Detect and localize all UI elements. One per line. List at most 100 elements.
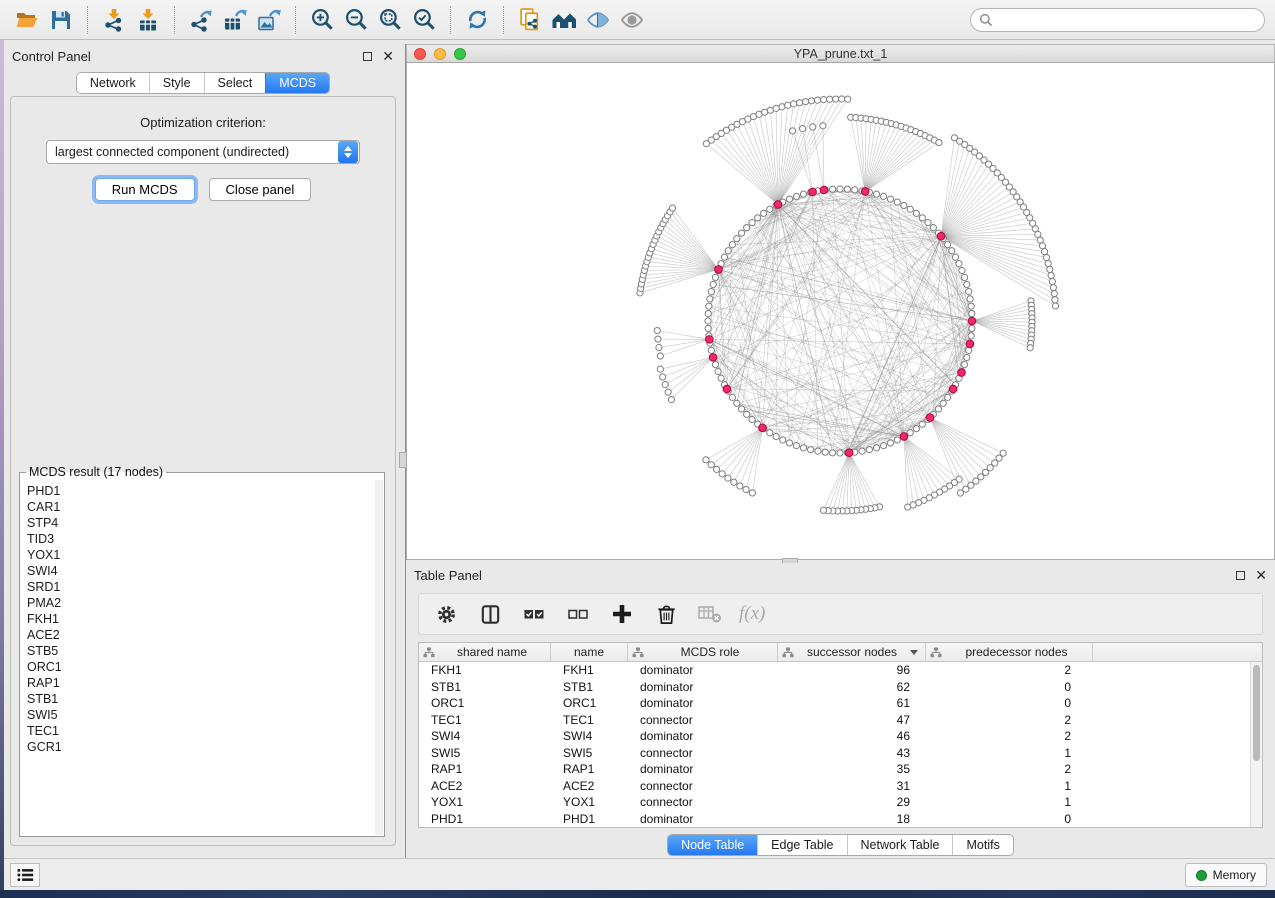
select-all-button[interactable]	[519, 599, 549, 629]
dominator-node[interactable]	[705, 336, 713, 344]
table-settings-button[interactable]	[431, 599, 461, 629]
mcds-result-item[interactable]: ORC1	[27, 659, 369, 675]
mcds-result-item[interactable]: RAP1	[27, 675, 369, 691]
close-panel-icon[interactable]: ✕	[1255, 568, 1267, 582]
zoom-in-button[interactable]	[305, 4, 339, 36]
tab-node-table[interactable]: Node Table	[668, 835, 757, 855]
window-close-button[interactable]	[414, 48, 426, 60]
add-column-button[interactable]	[607, 599, 637, 629]
window-minimize-button[interactable]	[434, 48, 446, 60]
table-row-FKH1[interactable]: FKH1FKH1dominator962	[419, 662, 1250, 679]
delete-column-button[interactable]	[651, 599, 681, 629]
dominator-node[interactable]	[900, 433, 908, 441]
dominator-node[interactable]	[723, 385, 731, 393]
hide-selection-button[interactable]	[581, 4, 615, 36]
network-window-titlebar[interactable]: YPA_prune.txt_1	[406, 44, 1275, 63]
run-mcds-button[interactable]: Run MCDS	[95, 178, 195, 201]
export-table-button[interactable]	[218, 4, 252, 36]
show-columns-button[interactable]	[475, 599, 505, 629]
window-zoom-button[interactable]	[454, 48, 466, 60]
delete-table-button[interactable]	[695, 599, 725, 629]
function-builder-button[interactable]: f(x)	[739, 603, 765, 625]
table-row-SWI5[interactable]: SWI5SWI5connector431	[419, 745, 1250, 762]
dominator-node[interactable]	[949, 385, 957, 393]
tab-network[interactable]: Network	[77, 73, 149, 93]
close-panel-icon[interactable]: ✕	[382, 49, 394, 63]
table-row-SWI4[interactable]: SWI4SWI4dominator462	[419, 728, 1250, 745]
zoom-selected-button[interactable]	[407, 4, 441, 36]
mcds-result-item[interactable]: TID3	[27, 531, 369, 547]
table-row-ORC1[interactable]: ORC1ORC1dominator610	[419, 695, 1250, 712]
mcds-result-item[interactable]: STP4	[27, 515, 369, 531]
export-image-button[interactable]	[252, 4, 286, 36]
criterion-select[interactable]: largest connected component (undirected)	[46, 140, 360, 164]
column-header-shared-name[interactable]: shared name	[419, 643, 551, 661]
mcds-result-item[interactable]: TEC1	[27, 723, 369, 739]
tab-network-table[interactable]: Network Table	[847, 835, 953, 855]
zoom-fit-button[interactable]	[373, 4, 407, 36]
mcds-result-item[interactable]: FKH1	[27, 611, 369, 627]
dominator-node[interactable]	[820, 186, 828, 194]
open-file-button[interactable]	[10, 4, 44, 36]
dominator-node[interactable]	[845, 449, 853, 457]
table-scrollbar[interactable]	[1250, 662, 1262, 827]
share-network-button[interactable]	[513, 4, 547, 36]
scrollbar-thumb[interactable]	[1253, 665, 1260, 761]
dominator-node[interactable]	[774, 201, 782, 209]
dominator-node[interactable]	[759, 424, 767, 432]
dominator-node[interactable]	[968, 317, 976, 325]
memory-button[interactable]: Memory	[1185, 863, 1267, 887]
import-table-button[interactable]	[131, 4, 165, 36]
column-header-predecessor-nodes[interactable]: predecessor nodes	[926, 643, 1093, 661]
table-row-ACE2[interactable]: ACE2ACE2connector311	[419, 778, 1250, 795]
mcds-result-item[interactable]: SRD1	[27, 579, 369, 595]
task-history-button[interactable]	[10, 863, 40, 887]
first-neighbors-button[interactable]	[547, 4, 581, 36]
table-row-YOX1[interactable]: YOX1YOX1connector291	[419, 794, 1250, 811]
tab-select[interactable]: Select	[204, 73, 266, 93]
mcds-result-item[interactable]: SWI4	[27, 563, 369, 579]
table-row-STB1[interactable]: STB1STB1dominator620	[419, 679, 1250, 696]
dominator-node[interactable]	[966, 340, 974, 348]
close-panel-button[interactable]: Close panel	[209, 178, 312, 201]
dominator-node[interactable]	[715, 266, 723, 274]
mcds-result-item[interactable]: CAR1	[27, 499, 369, 515]
network-canvas[interactable]	[406, 63, 1275, 560]
tab-mcds[interactable]: MCDS	[265, 73, 329, 93]
tab-style[interactable]: Style	[149, 73, 204, 93]
table-row-PHD1[interactable]: PHD1PHD1dominator180	[419, 811, 1250, 828]
network-graph[interactable]	[407, 63, 1274, 558]
dominator-node[interactable]	[937, 232, 945, 240]
mcds-result-item[interactable]: PHD1	[27, 483, 369, 499]
zoom-out-button[interactable]	[339, 4, 373, 36]
mcds-result-item[interactable]: STB5	[27, 643, 369, 659]
search-input[interactable]	[970, 8, 1265, 32]
show-all-button[interactable]	[615, 4, 649, 36]
dominator-node[interactable]	[709, 354, 717, 362]
export-network-button[interactable]	[184, 4, 218, 36]
import-network-button[interactable]	[97, 4, 131, 36]
table-row-TEC1[interactable]: TEC1TEC1connector472	[419, 712, 1250, 729]
mcds-result-scrollbar[interactable]	[375, 480, 383, 835]
dominator-node[interactable]	[958, 369, 966, 377]
mcds-result-item[interactable]: SWI5	[27, 707, 369, 723]
tab-edge-table[interactable]: Edge Table	[757, 835, 846, 855]
float-panel-icon[interactable]	[1236, 571, 1245, 580]
column-header-name[interactable]: name	[551, 643, 628, 661]
mcds-result-item[interactable]: GCR1	[27, 739, 369, 755]
mcds-result-item[interactable]: YOX1	[27, 547, 369, 563]
table-row-RAP1[interactable]: RAP1RAP1dominator352	[419, 761, 1250, 778]
column-header-MCDS-role[interactable]: MCDS role	[628, 643, 778, 661]
mcds-result-item[interactable]: PMA2	[27, 595, 369, 611]
float-panel-icon[interactable]	[363, 52, 372, 61]
deselect-all-button[interactable]	[563, 599, 593, 629]
mcds-result-item[interactable]: STB1	[27, 691, 369, 707]
dominator-node[interactable]	[926, 414, 934, 422]
dominator-node[interactable]	[861, 188, 869, 196]
mcds-result-item[interactable]: ACE2	[27, 627, 369, 643]
refresh-button[interactable]	[460, 4, 494, 36]
save-button[interactable]	[44, 4, 78, 36]
column-header-successor-nodes[interactable]: successor nodes	[778, 643, 926, 661]
tab-motifs[interactable]: Motifs	[952, 835, 1012, 855]
dominator-node[interactable]	[809, 188, 817, 196]
